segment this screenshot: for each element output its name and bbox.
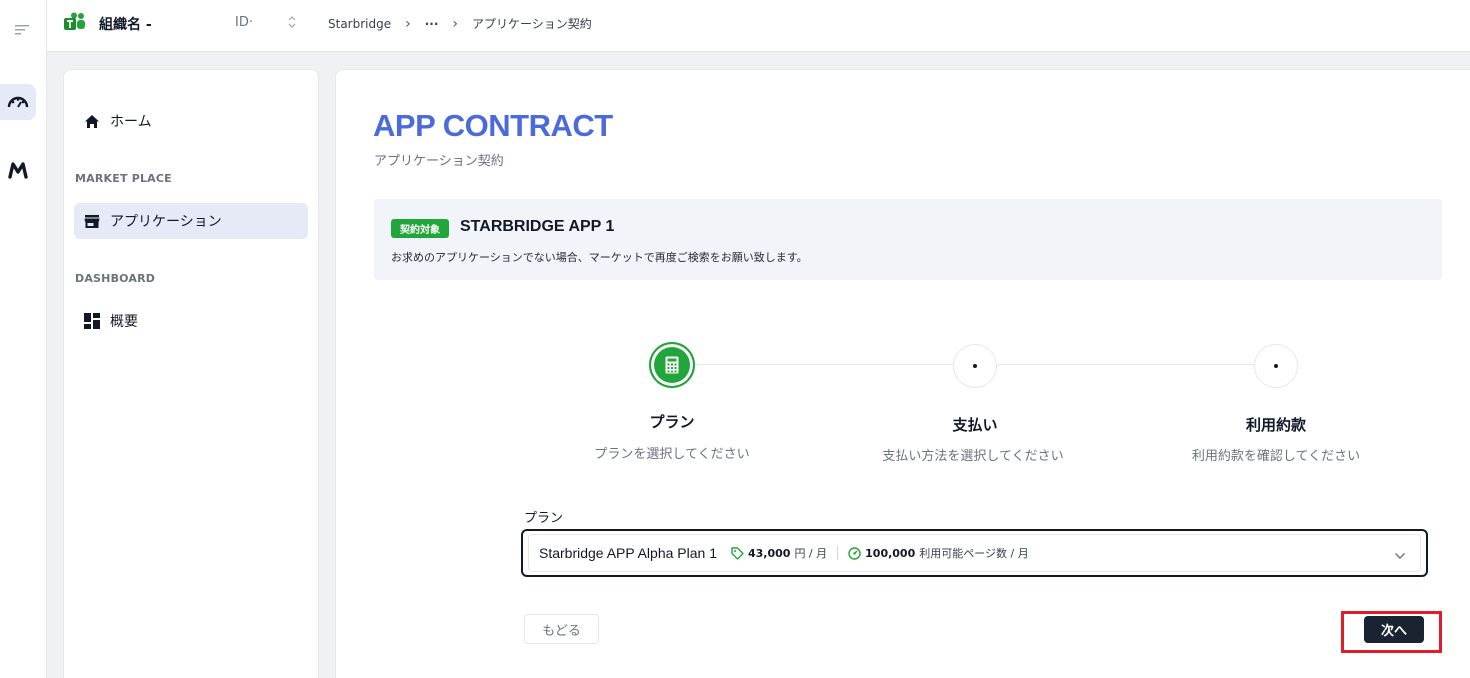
rail-apps-button[interactable] <box>0 84 36 120</box>
step-plan-desc: プランを選択してください <box>594 447 750 462</box>
step-terms-desc: 利用約款を確認してください <box>1191 449 1361 464</box>
next-button-highlight <box>1341 611 1442 653</box>
step-payment-indicator <box>953 344 997 388</box>
org-switch-button[interactable] <box>287 13 297 35</box>
target-app-name: STARBRIDGE APP 1 <box>460 218 615 235</box>
target-note: お求めのアプリケーションでない場合、マーケットで再度ご検索をお願い致します。 <box>391 251 808 264</box>
step-connector <box>996 364 1256 365</box>
step-plan-title: プラン <box>649 413 695 431</box>
breadcrumb-current: アプリケーション契約 <box>472 17 592 31</box>
breadcrumb-starbridge[interactable]: Starbridge <box>328 17 391 31</box>
step-payment-title: 支払い <box>952 416 998 434</box>
plan-price: 43,000 円 / 月 <box>731 545 827 561</box>
sidebar-item-label: 概要 <box>110 314 138 330</box>
step-connector <box>694 364 956 365</box>
chevron-down-icon <box>1394 549 1406 564</box>
sidebar-item-label: アプリケーション <box>110 214 222 230</box>
step-dot-icon <box>1274 364 1278 368</box>
step-payment-desc: 支払い方法を選択してください <box>882 449 1064 464</box>
step-terms-indicator <box>1254 344 1298 388</box>
step-terms-title: 利用約款 <box>1245 416 1306 434</box>
breadcrumb-ellipsis[interactable]: ··· <box>425 17 439 31</box>
sidebar-item-overview[interactable]: 概要 <box>74 303 308 339</box>
sidebar-item-home[interactable]: ホーム <box>74 103 308 139</box>
sidebar-section-market: MARKET PLACE <box>75 172 172 185</box>
contract-target-box: 契約対象 STARBRIDGE APP 1 お求めのアプリケーションでない場合、… <box>374 199 1442 280</box>
sidebar-item-applications[interactable]: アプリケーション <box>74 203 308 239</box>
menu-icon <box>15 25 29 35</box>
teams-logo-icon <box>64 12 86 36</box>
usage-gauge-icon <box>848 546 861 560</box>
plan-name: Starbridge APP Alpha Plan 1 <box>539 545 717 561</box>
org-id: ID· <box>235 15 253 30</box>
org-name: 組織名 - <box>99 17 152 33</box>
top-bar: 組織名 - ID· Starbridge › ··· › アプリケーション契約 <box>47 0 1470 52</box>
breadcrumb-chevron-icon: › <box>405 15 411 32</box>
step-dot-icon <box>973 364 977 368</box>
menu-toggle-button[interactable] <box>5 12 41 48</box>
plan-pages-unit: 利用可能ページ数 / 月 <box>919 547 1029 560</box>
left-rail <box>0 0 47 678</box>
price-tag-icon <box>731 546 744 560</box>
m-logo-icon <box>8 162 28 179</box>
plan-meta-divider <box>837 546 839 560</box>
plan-price-unit: 円 / 月 <box>794 547 828 560</box>
plan-select[interactable]: Starbridge APP Alpha Plan 1 43,000 円 / 月… <box>521 529 1428 577</box>
dashboard-icon <box>84 313 100 329</box>
sidebar-section-dashboard: DASHBOARD <box>75 272 156 285</box>
breadcrumb: Starbridge › ··· › アプリケーション契約 <box>328 15 592 32</box>
plan-select-value[interactable]: Starbridge APP Alpha Plan 1 43,000 円 / 月… <box>528 534 1421 572</box>
page-subtitle: アプリケーション契約 <box>374 154 504 169</box>
speedometer-icon <box>7 96 29 108</box>
sidebar-item-label: ホーム <box>110 114 152 130</box>
updown-chevron-icon <box>288 16 296 28</box>
step-plan-indicator <box>649 342 695 388</box>
store-icon <box>84 214 100 228</box>
contract-target-badge: 契約対象 <box>391 219 449 238</box>
home-icon <box>85 114 99 128</box>
calculator-icon <box>665 356 679 374</box>
plan-field-label: プラン <box>524 511 564 526</box>
sidebar: ホーム MARKET PLACE アプリケーション DASHBOARD 概要 <box>63 69 319 678</box>
back-button[interactable]: もどる <box>524 614 599 644</box>
plan-pages: 100,000 利用可能ページ数 / 月 <box>848 545 1029 561</box>
plan-pages-value: 100,000 <box>865 546 916 560</box>
rail-m-logo[interactable] <box>0 152 36 188</box>
plan-price-value: 43,000 <box>747 546 791 560</box>
breadcrumb-chevron-icon: › <box>452 15 459 32</box>
main-panel: APP CONTRACT アプリケーション契約 契約対象 STARBRIDGE … <box>335 69 1470 678</box>
page-title: APP CONTRACT <box>373 108 613 143</box>
